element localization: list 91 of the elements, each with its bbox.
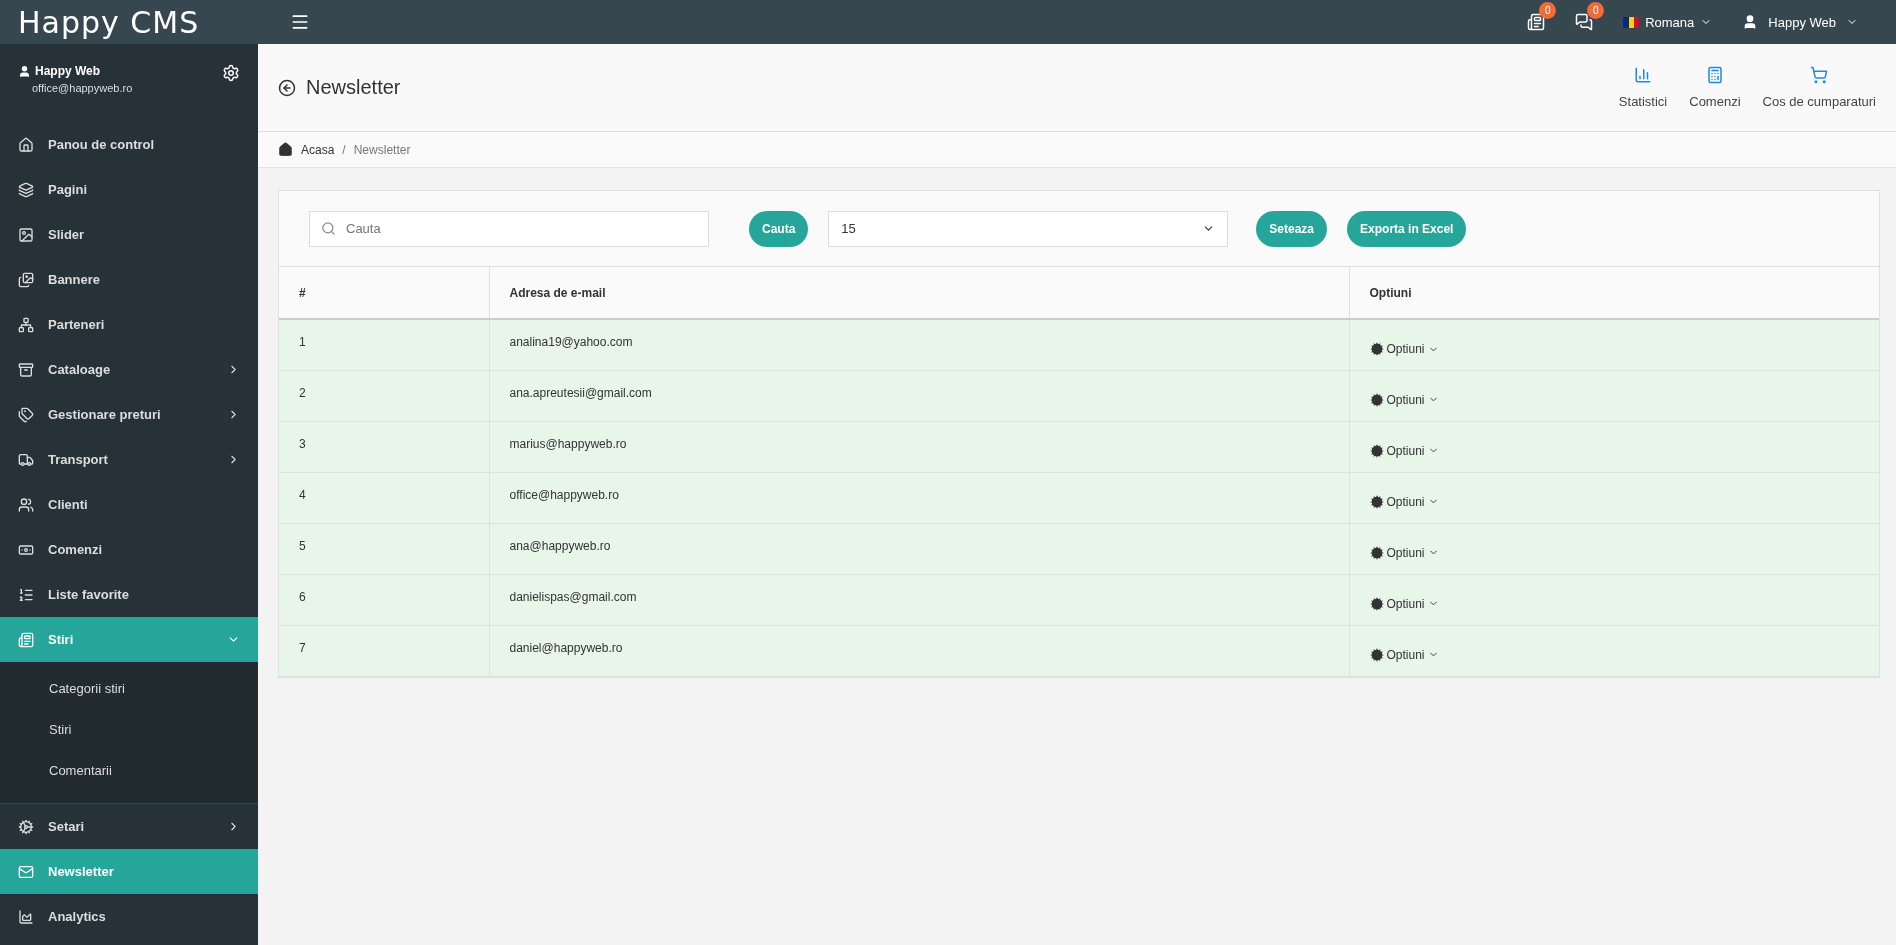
profile-name: Happy Web bbox=[18, 64, 133, 78]
gear-icon bbox=[1369, 342, 1384, 356]
gear-icon bbox=[1369, 647, 1384, 662]
sidebar-item[interactable]: Clienti bbox=[0, 482, 258, 527]
gear-icon bbox=[1369, 392, 1384, 407]
options-dropdown[interactable]: Optiuni bbox=[1369, 443, 1439, 458]
menu-item-icon bbox=[18, 361, 34, 378]
table-cell: 1 bbox=[299, 335, 306, 349]
table-cell: 4 bbox=[299, 487, 306, 502]
quick-link[interactable]: Cos de cumparaturi bbox=[1762, 66, 1876, 109]
options-dropdown[interactable]: Optiuni bbox=[1369, 545, 1439, 560]
breadcrumb-current: Newsletter bbox=[353, 142, 411, 157]
table-cell: 6 bbox=[299, 589, 306, 604]
menu-item-icon bbox=[18, 586, 34, 603]
bar-chart-icon bbox=[1634, 66, 1653, 84]
sidebar-item[interactable]: Slider bbox=[0, 212, 258, 257]
flag-icon bbox=[1623, 16, 1640, 28]
menu-item-icon bbox=[18, 136, 34, 153]
logo: Happy CMS bbox=[17, 4, 201, 40]
submenu-item[interactable]: Categorii stiri bbox=[0, 668, 258, 709]
user-dropdown[interactable]: Happy Web bbox=[1742, 14, 1858, 30]
menu-item-icon bbox=[18, 271, 34, 288]
sidebar-item[interactable]: Gestionare preturi bbox=[0, 392, 258, 437]
menu-item-icon bbox=[18, 451, 34, 468]
menu-item-icon bbox=[18, 226, 34, 243]
table-cell: marius@happyweb.ro bbox=[509, 436, 627, 451]
chevron-icon bbox=[1427, 394, 1439, 405]
menu-item-icon bbox=[18, 631, 34, 648]
gear-icon bbox=[1369, 443, 1384, 458]
per-page-select[interactable]: 15 bbox=[828, 210, 1229, 247]
calculator-icon bbox=[1705, 66, 1724, 84]
table-cell: analina19@yahoo.com bbox=[509, 335, 633, 349]
table-cell: 7 bbox=[299, 640, 306, 655]
sidebar-item[interactable]: Panou de control bbox=[0, 122, 258, 167]
settings-icon[interactable] bbox=[222, 64, 240, 82]
sidebar-item[interactable]: Parteneri bbox=[0, 302, 258, 347]
chat-icon[interactable] bbox=[1575, 13, 1594, 31]
options-dropdown[interactable]: Optiuni bbox=[1369, 494, 1439, 509]
sidebar-item[interactable]: Setari bbox=[0, 804, 258, 849]
menu-item-icon bbox=[18, 316, 34, 333]
sidebar-item[interactable]: Cataloage bbox=[0, 347, 258, 392]
breadcrumb-separator: / bbox=[342, 142, 346, 157]
menu-item-icon bbox=[18, 908, 34, 925]
search-icon bbox=[321, 220, 336, 236]
menu-item-icon bbox=[18, 406, 34, 423]
sidebar-item[interactable]: Pagini bbox=[0, 167, 258, 212]
table-cell: 3 bbox=[299, 436, 306, 451]
gear-icon bbox=[1369, 494, 1384, 509]
quick-link[interactable]: Comenzi bbox=[1689, 66, 1741, 109]
breadcrumb-link[interactable]: Acasa bbox=[301, 142, 335, 157]
table-cell: ana@happyweb.ro bbox=[509, 538, 611, 553]
quick-link[interactable]: Statistici bbox=[1618, 66, 1668, 109]
submenu-item[interactable]: Stiri bbox=[0, 709, 258, 750]
chevron-icon bbox=[1427, 649, 1439, 660]
options-dropdown[interactable]: Optiuni bbox=[1369, 647, 1439, 662]
sidebar-item[interactable]: Liste favorite bbox=[0, 572, 258, 617]
chevron-icon bbox=[1427, 445, 1439, 456]
menu-item-icon bbox=[18, 181, 34, 198]
options-dropdown[interactable]: Optiuni bbox=[1369, 392, 1439, 407]
options-dropdown[interactable]: Optiuni bbox=[1369, 342, 1439, 356]
chevron-icon bbox=[1427, 496, 1439, 507]
menu-item-icon bbox=[18, 818, 34, 835]
sidebar-item[interactable]: Comenzi bbox=[0, 527, 258, 572]
table-cell: office@happyweb.ro bbox=[509, 487, 619, 502]
chevron-icon bbox=[1427, 547, 1439, 558]
profile-email: office@happyweb.ro bbox=[31, 82, 133, 94]
cart-icon bbox=[1810, 66, 1829, 84]
options-dropdown[interactable]: Optiuni bbox=[1369, 596, 1439, 611]
menu-icon[interactable] bbox=[290, 12, 310, 32]
home-icon[interactable] bbox=[278, 142, 293, 157]
table-cell: daniel@happyweb.ro bbox=[509, 640, 623, 655]
chevron-icon bbox=[1427, 598, 1439, 609]
table-cell: ana.apreutesii@gmail.com bbox=[509, 385, 652, 400]
menu-item-icon bbox=[18, 863, 34, 880]
count-badge: 0 bbox=[1539, 2, 1557, 19]
search-field[interactable]: Cauta bbox=[309, 210, 709, 247]
menu-item-icon bbox=[18, 496, 34, 513]
submenu-item[interactable]: Comentarii bbox=[0, 750, 258, 791]
count-badge: 0 bbox=[1587, 2, 1605, 19]
user-icon bbox=[18, 64, 31, 78]
language-dropdown[interactable]: Romana bbox=[1623, 14, 1713, 30]
table-cell: 5 bbox=[299, 538, 306, 553]
back-icon[interactable] bbox=[278, 78, 296, 97]
sidebar-item[interactable]: Analytics bbox=[0, 894, 258, 939]
gear-icon bbox=[1369, 596, 1384, 611]
gear-icon bbox=[1369, 545, 1384, 560]
table-cell: danielispas@gmail.com bbox=[509, 589, 637, 604]
page-title: Newsletter bbox=[306, 76, 401, 99]
table-cell: 2 bbox=[299, 385, 306, 400]
sidebar-item[interactable]: Transport bbox=[0, 437, 258, 482]
sidebar-item[interactable]: Bannere bbox=[0, 257, 258, 302]
